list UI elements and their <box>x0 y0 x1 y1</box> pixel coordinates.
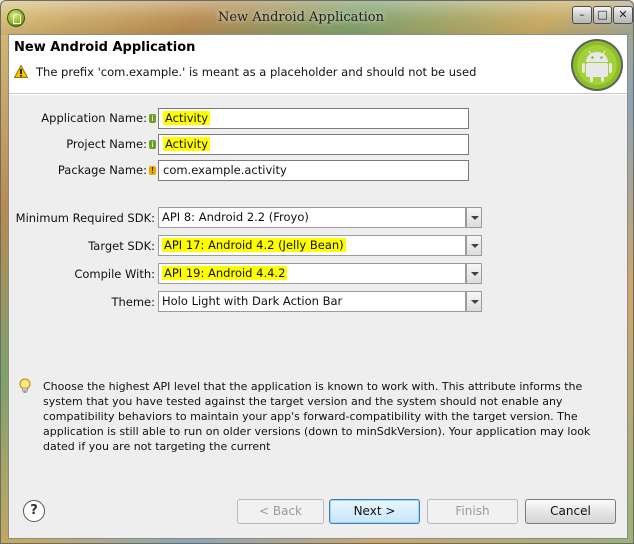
title-bar[interactable]: New Android Application – □ ✕ <box>1 1 633 35</box>
wizard-footer: ? < Back Next > Finish Cancel <box>9 495 627 538</box>
application-name-input[interactable]: Activity <box>158 108 469 129</box>
wizard-dialog: New Android Application The prefix 'com.… <box>8 34 628 539</box>
compile-with-value: API 19: Android 4.4.2 <box>162 266 288 280</box>
target-sdk-value: API 17: Android 4.2 (Jelly Bean) <box>162 238 346 252</box>
target-sdk-select[interactable]: API 17: Android 4.2 (Jelly Bean) <box>158 235 466 256</box>
min-sdk-dropdown-button[interactable] <box>466 207 482 228</box>
application-name-label: Application Name: <box>41 111 147 125</box>
wizard-title: New Android Application <box>14 40 196 55</box>
min-sdk-select[interactable]: API 8: Android 2.2 (Froyo) <box>158 207 466 228</box>
package-name-label: Package Name: <box>57 163 147 177</box>
finish-button[interactable]: Finish <box>427 499 518 524</box>
info-icon: i <box>149 114 156 123</box>
minimize-button[interactable]: – <box>572 6 592 24</box>
compile-with-label: Compile With: <box>74 267 155 281</box>
next-button[interactable]: Next > <box>329 499 420 524</box>
help-button[interactable]: ? <box>23 500 45 522</box>
compile-with-dropdown-button[interactable] <box>466 263 482 284</box>
back-button[interactable]: < Back <box>237 499 324 524</box>
compile-with-select[interactable]: API 19: Android 4.4.2 <box>158 263 466 284</box>
android-logo-icon <box>571 39 623 91</box>
dialog-window: New Android Application – □ ✕ New Androi… <box>0 0 634 544</box>
project-name-label: Project Name: <box>66 137 147 151</box>
wizard-header: New Android Application The prefix 'com.… <box>9 35 627 94</box>
min-sdk-label: Minimum Required SDK: <box>15 211 155 225</box>
warning-icon <box>14 65 28 78</box>
window-title: New Android Application <box>217 10 385 25</box>
target-sdk-label: Target SDK: <box>88 239 155 253</box>
close-button[interactable]: ✕ <box>613 6 633 24</box>
field-description: Choose the highest API level that the ap… <box>43 380 591 453</box>
lightbulb-icon <box>19 378 31 393</box>
theme-select[interactable]: Holo Light with Dark Action Bar <box>158 291 466 312</box>
project-name-value: Activity <box>163 137 211 151</box>
package-name-input[interactable]: com.example.activity <box>158 160 469 181</box>
target-sdk-dropdown-button[interactable] <box>466 235 482 256</box>
cancel-button[interactable]: Cancel <box>525 499 616 524</box>
header-message: The prefix 'com.example.' is meant as a … <box>36 65 477 79</box>
application-name-value: Activity <box>163 111 211 125</box>
project-name-input[interactable]: Activity <box>158 134 469 155</box>
theme-dropdown-button[interactable] <box>466 291 482 312</box>
warning-icon: ! <box>149 166 156 175</box>
maximize-button[interactable]: □ <box>593 6 612 24</box>
theme-label: Theme: <box>111 295 155 309</box>
info-icon: i <box>149 140 156 149</box>
wizard-content: Application Name: i Activity Project Nam… <box>9 95 627 495</box>
